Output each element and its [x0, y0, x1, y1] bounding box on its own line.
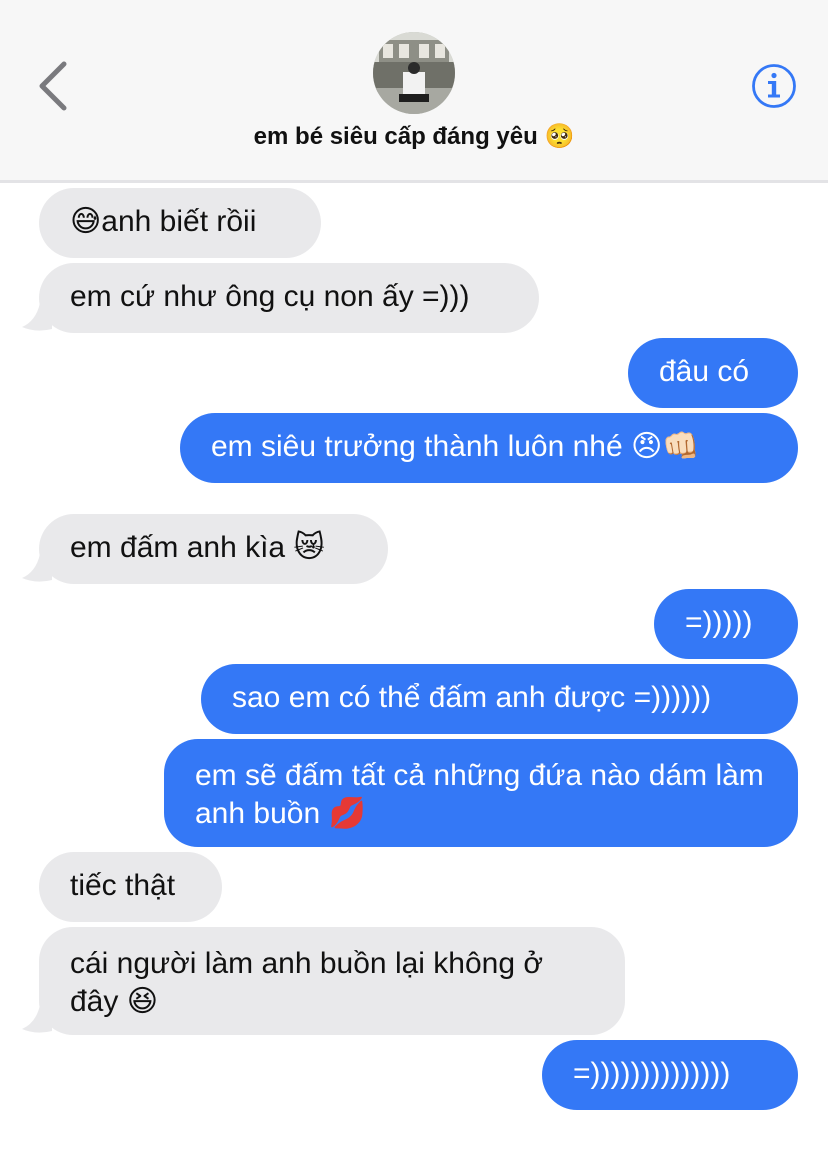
- message-bubble-received[interactable]: em cứ như ông cụ non ấy =))): [39, 263, 539, 333]
- conversation-header: em bé siêu cấp đáng yêu 🥺: [0, 0, 828, 183]
- message-bubble-received[interactable]: em đấm anh kìa 😿: [39, 514, 388, 584]
- avatar[interactable]: [373, 32, 455, 114]
- message-bubble-sent[interactable]: sao em có thể đấm anh được =)))))): [201, 664, 798, 734]
- chevron-left-icon[interactable]: [30, 58, 78, 114]
- message-bubble-sent[interactable]: =))))): [654, 589, 798, 659]
- message-bubble-received[interactable]: tiếc thật: [39, 852, 222, 922]
- message-bubble-received[interactable]: 😅anh biết rồii: [39, 188, 321, 258]
- bubble-tail: [22, 1005, 52, 1033]
- message-bubble-sent[interactable]: em sẽ đấm tất cả những đứa nào dám làm a…: [164, 739, 798, 847]
- message-bubble-sent[interactable]: em siêu trưởng thành luôn nhé 😠👊🏻: [180, 413, 798, 483]
- info-icon[interactable]: [751, 63, 797, 109]
- contact-name[interactable]: em bé siêu cấp đáng yêu 🥺: [0, 122, 828, 151]
- message-bubble-sent[interactable]: đâu có: [628, 338, 798, 408]
- message-bubble-received[interactable]: cái người làm anh buồn lại không ở đây 😆: [39, 927, 625, 1035]
- bubble-tail: [22, 554, 52, 582]
- message-bubble-sent[interactable]: =)))))))))))))): [542, 1040, 798, 1110]
- avatar-photo: [373, 32, 455, 114]
- bubble-tail: [22, 303, 52, 331]
